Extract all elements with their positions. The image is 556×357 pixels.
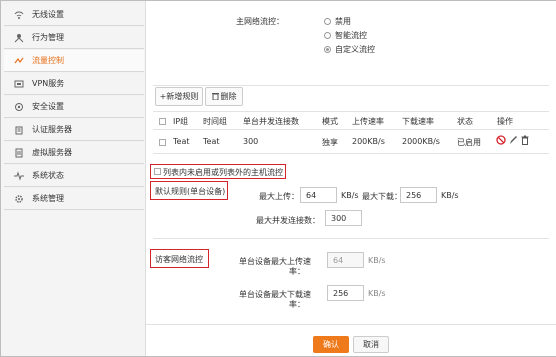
sidebar-item-label: 流量控制 bbox=[32, 56, 64, 65]
guest-upload-label-cont: 率： bbox=[289, 267, 305, 276]
guest-upload-value: 64 bbox=[333, 255, 344, 265]
flow-control-label: 主网络流控： bbox=[236, 17, 284, 26]
traffic-control-panel: 主网络流控： 禁用 智能流控 自定义流控 +新增规则 删除 IP组 时间组 单台… bbox=[145, 1, 556, 356]
sidebar-item-behavior[interactable]: 行为管理 bbox=[4, 27, 144, 49]
sidebar-item-label: 安全设置 bbox=[32, 102, 64, 111]
max-download-unit: KB/s bbox=[441, 191, 459, 200]
shield-icon bbox=[12, 100, 26, 114]
unlisted-host-checkbox[interactable] bbox=[154, 168, 161, 175]
sidebar-item-label: VPN服务 bbox=[32, 79, 65, 88]
delete-rule-label: 删除 bbox=[220, 92, 237, 101]
guest-download-input[interactable]: 256 bbox=[327, 285, 364, 301]
max-upload-value: 64 bbox=[306, 190, 317, 200]
add-rule-button[interactable]: +新增规则 bbox=[155, 87, 203, 106]
max-connections-label: 最大并发连接数： bbox=[256, 216, 320, 225]
sidebar-item-system-status[interactable]: 系统状态 bbox=[4, 165, 144, 187]
radio-custom-flow-label: 自定义流控 bbox=[335, 45, 375, 54]
sidebar: 无线设置 行为管理 流量控制 VPN服务 安全设置 认证服务器 虚拟服务器 系统… bbox=[4, 1, 144, 210]
column-header-download: 下载速率 bbox=[402, 117, 434, 126]
cell-status: 已启用 bbox=[457, 138, 481, 147]
trash-icon[interactable] bbox=[521, 135, 529, 147]
radio-smart-flow-label: 智能流控 bbox=[335, 31, 367, 40]
guest-download-label-cont: 率： bbox=[289, 300, 305, 309]
sidebar-item-vpn[interactable]: VPN服务 bbox=[4, 73, 144, 95]
sidebar-item-virtual-server[interactable]: 虚拟服务器 bbox=[4, 142, 144, 164]
max-connections-input[interactable]: 300 bbox=[325, 210, 362, 226]
sidebar-item-label: 行为管理 bbox=[32, 33, 64, 42]
max-download-label: 最大下载： bbox=[362, 192, 402, 201]
behavior-icon bbox=[12, 31, 26, 45]
guest-download-value: 256 bbox=[333, 288, 349, 298]
divider bbox=[153, 111, 549, 112]
column-header-upload: 上传速率 bbox=[352, 117, 384, 126]
server-icon bbox=[12, 146, 26, 160]
radio-disable[interactable] bbox=[324, 18, 331, 25]
auth-icon bbox=[12, 123, 26, 137]
trash-icon bbox=[211, 92, 219, 102]
cell-mode: 独享 bbox=[322, 138, 338, 147]
sidebar-item-label: 认证服务器 bbox=[32, 125, 72, 134]
guest-upload-unit: KB/s bbox=[368, 256, 386, 265]
sidebar-item-traffic[interactable]: 流量控制 bbox=[4, 50, 144, 72]
column-header-ip-group: IP组 bbox=[173, 117, 189, 126]
max-connections-value: 300 bbox=[331, 213, 347, 223]
delete-rule-button[interactable]: 删除 bbox=[205, 87, 243, 106]
radio-custom-flow[interactable] bbox=[324, 46, 331, 53]
default-rule-title: 默认规则(单台设备) bbox=[155, 187, 226, 196]
confirm-button[interactable]: 确认 bbox=[313, 336, 349, 353]
guest-flow-title: 访客网络流控 bbox=[155, 255, 203, 264]
edit-icon[interactable] bbox=[509, 135, 518, 147]
max-upload-label: 最大上传： bbox=[259, 192, 299, 201]
cell-time-group: Teat bbox=[203, 137, 220, 146]
divider bbox=[153, 153, 549, 154]
max-download-input[interactable]: 256 bbox=[400, 187, 437, 203]
sidebar-item-label: 无线设置 bbox=[32, 10, 64, 19]
cancel-button[interactable]: 取消 bbox=[353, 336, 389, 353]
row-checkbox[interactable] bbox=[159, 139, 166, 146]
max-download-value: 256 bbox=[406, 190, 422, 200]
sidebar-item-wireless[interactable]: 无线设置 bbox=[4, 4, 144, 26]
guest-upload-input[interactable]: 64 bbox=[327, 252, 364, 268]
column-header-status: 状态 bbox=[457, 117, 473, 126]
divider bbox=[153, 129, 549, 130]
unlisted-host-note-box: 列表内未启用或列表外的主机流控 bbox=[150, 164, 286, 179]
cell-ip-group: Teat bbox=[173, 137, 190, 146]
gear-icon bbox=[12, 192, 26, 206]
add-rule-label: +新增规则 bbox=[159, 92, 199, 101]
sidebar-item-security[interactable]: 安全设置 bbox=[4, 96, 144, 118]
sidebar-item-system-admin[interactable]: 系统管理 bbox=[4, 188, 144, 210]
radio-smart-flow[interactable] bbox=[324, 32, 331, 39]
column-header-mode: 模式 bbox=[322, 117, 338, 126]
router-admin-window: 无线设置 行为管理 流量控制 VPN服务 安全设置 认证服务器 虚拟服务器 系统… bbox=[0, 0, 556, 357]
sidebar-item-auth-server[interactable]: 认证服务器 bbox=[4, 119, 144, 141]
cancel-label: 取消 bbox=[363, 340, 379, 349]
vpn-icon bbox=[12, 77, 26, 91]
sidebar-item-label: 系统管理 bbox=[32, 194, 64, 203]
pulse-icon bbox=[12, 169, 26, 183]
column-header-concurrent: 单台并发连接数 bbox=[243, 117, 299, 126]
column-header-time-group: 时间组 bbox=[203, 117, 227, 126]
cell-concurrent: 300 bbox=[243, 137, 259, 146]
cell-download: 2000KB/s bbox=[402, 137, 440, 146]
cell-upload: 200KB/s bbox=[352, 137, 385, 146]
wifi-icon bbox=[12, 8, 26, 22]
sidebar-item-label: 系统状态 bbox=[32, 171, 64, 180]
sidebar-item-label: 虚拟服务器 bbox=[32, 148, 72, 157]
guest-flow-box: 访客网络流控 bbox=[150, 249, 209, 268]
radio-disable-label: 禁用 bbox=[335, 17, 351, 26]
unlisted-host-note: 列表内未启用或列表外的主机流控 bbox=[163, 168, 283, 177]
disable-icon[interactable] bbox=[496, 135, 506, 147]
default-rule-box: 默认规则(单台设备) bbox=[150, 181, 228, 200]
divider bbox=[153, 85, 549, 86]
guest-download-unit: KB/s bbox=[368, 289, 386, 298]
select-all-checkbox[interactable] bbox=[159, 118, 166, 125]
divider bbox=[153, 238, 549, 239]
confirm-label: 确认 bbox=[323, 340, 339, 349]
column-header-actions: 操作 bbox=[497, 117, 513, 126]
max-upload-input[interactable]: 64 bbox=[300, 187, 337, 203]
divider bbox=[146, 324, 556, 325]
max-upload-unit: KB/s bbox=[341, 191, 359, 200]
traffic-icon bbox=[12, 54, 26, 68]
